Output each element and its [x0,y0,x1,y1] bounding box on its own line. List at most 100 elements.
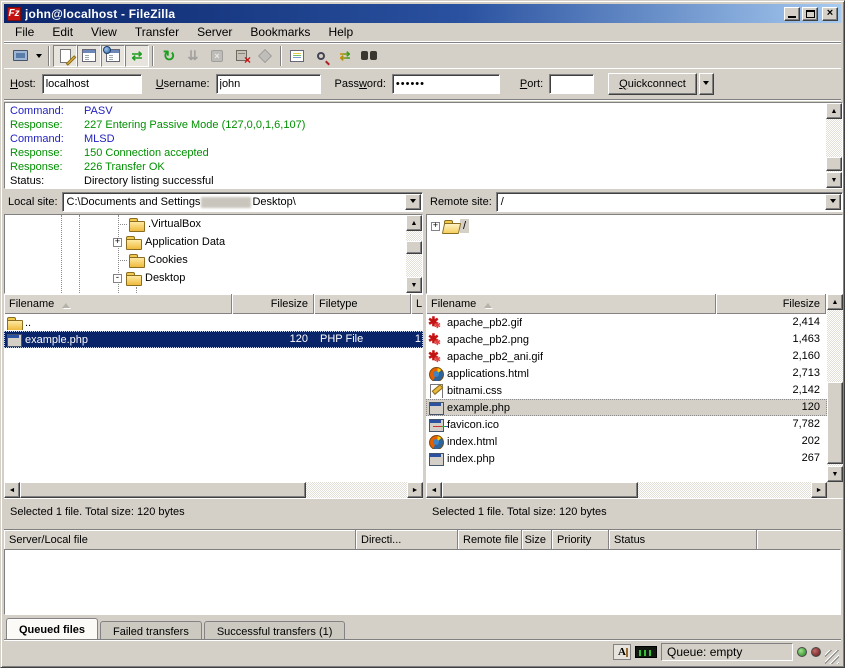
column-header-filetype[interactable]: Filetype [314,294,411,314]
close-button[interactable]: × [822,7,838,21]
local-horizontal-scrollbar[interactable]: ◄ ► [4,482,423,498]
toggle-queue-button[interactable]: ⇄ [125,45,149,67]
file-row[interactable]: applications.html 2,713 [426,365,827,382]
tree-item[interactable]: - Desktop [113,269,188,287]
title-bar[interactable]: Fz john@localhost - FileZilla × [4,4,841,23]
file-row[interactable]: index.php 267 [426,450,827,467]
column-header-direction[interactable]: Directi... [356,530,458,550]
transfer-queue-list [4,549,841,615]
remote-horizontal-scrollbar[interactable]: ◄ ► [426,482,827,498]
maximize-button[interactable] [802,7,818,21]
file-row[interactable]: index.html 202 [426,433,827,450]
file-row[interactable]: favicon.ico 7,782 [426,416,827,433]
site-manager-button[interactable] [8,45,32,67]
column-header-size[interactable]: Size [522,530,552,550]
scroll-right-button[interactable]: ► [811,482,827,498]
log-scrollbar[interactable]: ▲ ▼ [826,103,842,188]
remote-list-scrollbar[interactable]: ▲ ▼ [827,294,843,482]
process-queue-button[interactable]: ⇊ [181,45,205,67]
remote-site-combobox[interactable]: / [496,192,843,212]
password-input[interactable] [392,74,500,94]
file-row[interactable]: bitnami.css 2,142 [426,382,827,399]
file-row[interactable]: .. [4,314,423,331]
username-input[interactable] [216,74,321,94]
menu-file[interactable]: File [6,23,43,41]
menu-server[interactable]: Server [188,23,241,41]
scroll-left-button[interactable]: ◄ [4,482,20,498]
scrollbar-thumb[interactable] [826,157,842,171]
port-input[interactable] [549,74,594,94]
file-row[interactable]: apache_pb2.gif 2,414 [426,314,827,331]
disconnect-button[interactable]: × [229,45,253,67]
column-header-remote-file[interactable]: Remote file [458,530,522,550]
collapse-minus-icon[interactable]: - [113,274,122,283]
local-site-combobox[interactable]: C:\Documents and SettingsDesktop\ [62,192,423,212]
column-header-filesize[interactable]: Filesize [716,294,826,314]
scrollbar-thumb[interactable] [827,382,843,464]
tree-item[interactable]: Cookies [118,251,191,269]
minimize-button[interactable] [784,7,800,21]
remote-path: / [501,196,504,208]
toggle-local-tree-button[interactable] [77,45,101,67]
column-header-filesize[interactable]: Filesize [232,294,314,314]
resize-grip[interactable] [825,650,839,664]
scroll-down-button[interactable]: ▼ [826,172,842,188]
column-header-server-local-file[interactable]: Server/Local file [4,530,356,550]
tree-item[interactable]: + / [431,217,469,235]
file-row-selected[interactable]: example.php 120 PHP File 1 [4,331,423,348]
scroll-up-button[interactable]: ▲ [827,294,843,310]
scrollbar-thumb[interactable] [406,241,422,254]
expand-plus-icon[interactable]: + [431,222,440,231]
pane-splitter[interactable] [423,190,426,524]
folder-icon [125,271,142,285]
local-tree-scrollbar[interactable]: ▲ ▼ [406,215,422,293]
scroll-left-button[interactable]: ◄ [426,482,442,498]
tab-failed-transfers[interactable]: Failed transfers [100,621,202,639]
scroll-up-button[interactable]: ▲ [826,103,842,119]
refresh-button[interactable]: ↻ [157,45,181,67]
menu-edit[interactable]: Edit [43,23,82,41]
scroll-right-button[interactable]: ► [407,482,423,498]
menu-help[interactable]: Help [319,23,362,41]
menu-view[interactable]: View [82,23,126,41]
tree-item[interactable]: + Application Data [113,233,228,251]
scroll-down-button[interactable]: ▼ [406,277,422,293]
menu-transfer[interactable]: Transfer [126,23,188,41]
file-row-selected[interactable]: example.php 120 [426,399,827,416]
scroll-down-button[interactable]: ▼ [827,466,843,482]
directory-comparison-button[interactable] [285,45,309,67]
tree-item[interactable]: .VirtualBox [118,215,204,233]
menu-bookmarks[interactable]: Bookmarks [241,23,319,41]
site-manager-dropdown-button[interactable] [32,45,45,67]
scrollbar-thumb[interactable] [442,482,638,498]
column-header-filename[interactable]: Filename [4,294,232,314]
connection-indicator-icon[interactable] [635,646,657,658]
cancel-operation-button[interactable]: × [205,45,229,67]
scrollbar-thumb[interactable] [20,482,306,498]
search-button[interactable] [357,45,381,67]
column-header-status[interactable]: Status [609,530,757,550]
file-row[interactable]: apache_pb2.png 1,463 [426,331,827,348]
sort-ascending-icon [484,299,492,308]
quickconnect-button[interactable]: Quickconnect [608,73,697,95]
remote-site-dropdown-button[interactable] [825,194,841,210]
filter-button[interactable] [309,45,333,67]
tab-queued-files[interactable]: Queued files [6,618,98,639]
tab-successful-transfers[interactable]: Successful transfers (1) [204,621,346,639]
local-site-dropdown-button[interactable] [405,194,421,210]
quickconnect-dropdown-button[interactable] [699,73,714,95]
host-input[interactable] [42,74,142,94]
open-folder-icon [443,219,460,233]
column-header-modified[interactable]: L [411,294,423,314]
column-header-priority[interactable]: Priority [552,530,609,550]
expand-plus-icon[interactable]: + [113,238,122,247]
column-header-filename[interactable]: Filename [426,294,716,314]
file-row[interactable]: apache_pb2_ani.gif 2,160 [426,348,827,365]
toggle-remote-tree-button[interactable] [101,45,125,67]
transfer-type-indicator-icon[interactable]: A [613,644,631,660]
log-line: Response:226 Transfer OK [6,160,825,174]
reconnect-button[interactable] [253,45,277,67]
scroll-up-button[interactable]: ▲ [406,215,422,231]
synchronized-browsing-button[interactable]: ⇄ [333,45,357,67]
toggle-message-log-button[interactable] [53,45,77,67]
